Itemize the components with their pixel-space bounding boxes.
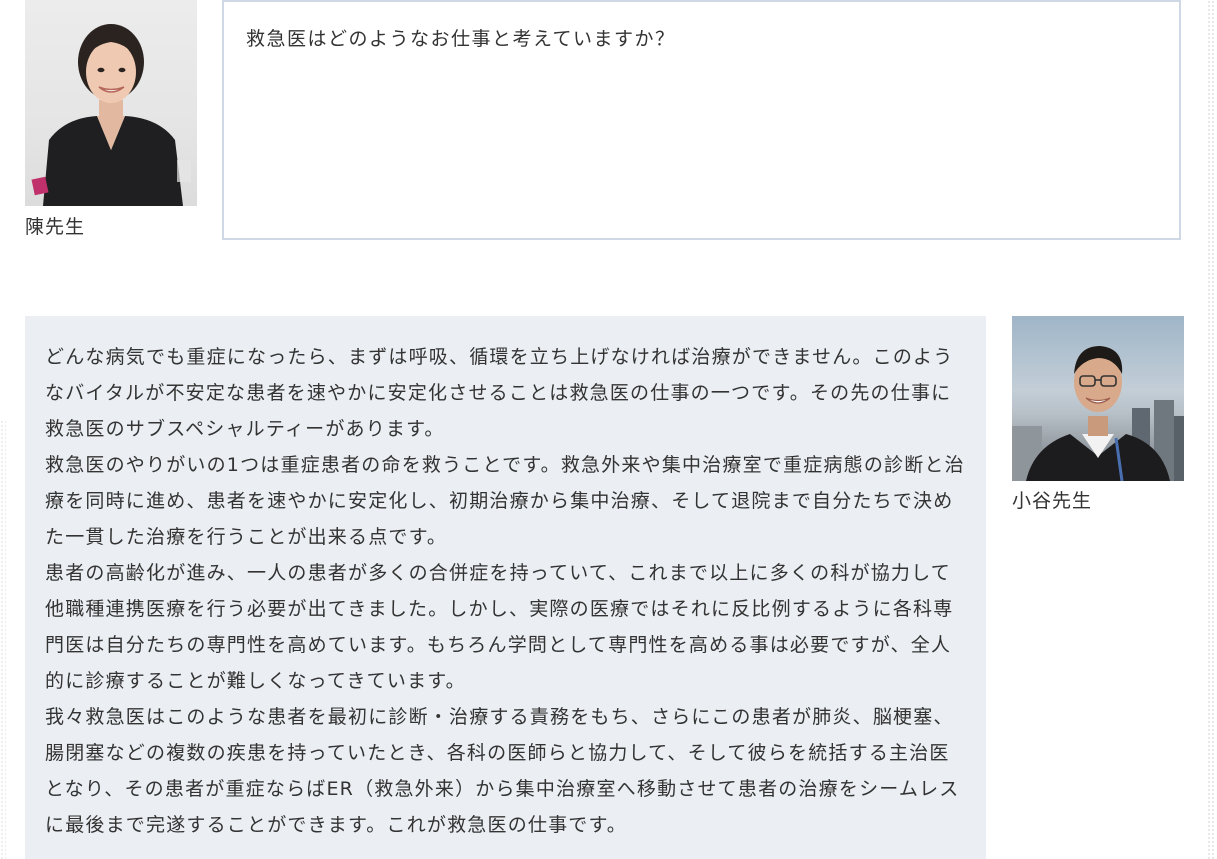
avatar-kotani (1012, 316, 1184, 481)
question-text: 救急医はどのようなお仕事と考えていますか？ (246, 28, 676, 50)
interview-page: 陳先生 救急医はどのようなお仕事と考えていますか？ どんな病気でも重症になったら… (0, 0, 1217, 859)
answer-paragraph: 患者の高齢化が進み、一人の患者が多くの合併症を持っていて、これまで以上に多くの科… (45, 562, 954, 692)
answer-box: どんな病気でも重症になったら、まずは呼吸、循環を立ち上げなければ治療ができません… (25, 316, 986, 859)
answer-paragraph: どんな病気でも重症になったら、まずは呼吸、循環を立ち上げなければ治療ができません… (45, 346, 954, 440)
person-photo-icon (1012, 346, 1184, 481)
question-box: 救急医はどのようなお仕事と考えていますか？ (222, 0, 1181, 240)
avatar-chen (25, 0, 197, 206)
page-edge-decoration (0, 420, 6, 859)
answer-paragraph: 救急医のやりがいの1つは重症患者の命を救うことです。救急外来や集中治療室で重症病… (45, 454, 965, 548)
speaker-name-chen: 陳先生 (25, 216, 86, 238)
person-photo-icon (31, 24, 191, 206)
speaker-name-kotani: 小谷先生 (1012, 490, 1093, 512)
page-edge-decoration (1207, 0, 1215, 859)
answer-paragraph: 我々救急医はこのような患者を最初に診断・治療する責務をもち、さらにこの患者が肺炎… (45, 706, 960, 836)
